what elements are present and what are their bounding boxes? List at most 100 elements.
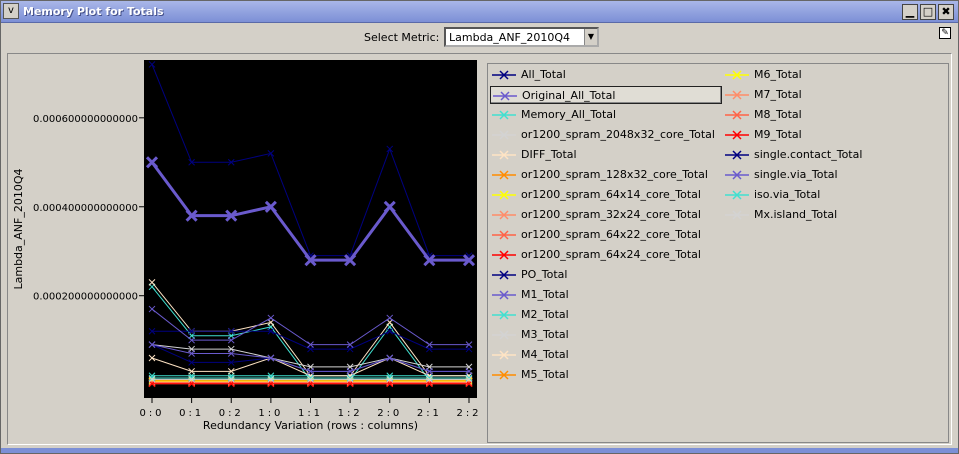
legend-label: or1200_spram_64x24_core_Total xyxy=(521,248,701,261)
x-tick-label: 1:0 xyxy=(258,408,283,419)
legend-swatch-icon xyxy=(492,330,516,340)
legend-label: single.via_Total xyxy=(754,168,838,181)
y-axis-label: Lambda_ANF_2010Q4 xyxy=(12,168,25,289)
close-button[interactable]: ✖ xyxy=(938,4,954,20)
legend-item[interactable]: PO_Total xyxy=(490,266,722,284)
window-menu-icon[interactable]: v xyxy=(3,3,19,19)
legend-swatch-icon xyxy=(492,110,516,120)
legend-label: Original_All_Total xyxy=(522,89,616,102)
x-tick-label: 0:1 xyxy=(179,408,204,419)
legend-item[interactable]: or1200_spram_2048x32_core_Total xyxy=(490,126,722,144)
legend-swatch-icon xyxy=(725,150,749,160)
legend-label: M7_Total xyxy=(754,88,802,101)
legend-item[interactable]: or1200_spram_32x24_core_Total xyxy=(490,206,722,224)
legend-item[interactable]: M2_Total xyxy=(490,306,722,324)
legend-label: single.contact_Total xyxy=(754,148,863,161)
legend-label: Memory_All_Total xyxy=(521,108,617,121)
legend-item[interactable]: M9_Total xyxy=(723,126,943,144)
y-tick-label: 0.000600000000000 xyxy=(33,114,138,125)
legend-label: M8_Total xyxy=(754,108,802,121)
y-tick-label: 0.000400000000000 xyxy=(33,203,138,214)
legend-label: DIFF_Total xyxy=(521,148,577,161)
legend-item[interactable]: M5_Total xyxy=(490,366,722,384)
legend-swatch-icon xyxy=(725,210,749,220)
window-title: Memory Plot for Totals xyxy=(23,5,164,18)
x-tick-label: 2:1 xyxy=(417,408,442,419)
legend-label: or1200_spram_32x24_core_Total xyxy=(521,208,701,221)
legend-swatch-icon xyxy=(725,190,749,200)
legend-swatch-icon xyxy=(492,290,516,300)
legend-swatch-icon xyxy=(725,130,749,140)
legend-item[interactable]: M1_Total xyxy=(490,286,722,304)
x-tick-label: 1:1 xyxy=(298,408,323,419)
legend-swatch-icon xyxy=(492,310,516,320)
legend-swatch-icon xyxy=(725,170,749,180)
legend-item[interactable]: Original_All_Total xyxy=(490,86,722,104)
legend-label: M1_Total xyxy=(521,288,569,301)
maximize-button[interactable]: □ xyxy=(920,4,936,20)
legend-label: iso.via_Total xyxy=(754,188,821,201)
legend-item[interactable]: iso.via_Total xyxy=(723,186,943,204)
legend-swatch-icon xyxy=(493,91,517,101)
legend-swatch-icon xyxy=(492,190,516,200)
x-tick-label: 0:2 xyxy=(219,408,244,419)
x-axis-label: Redundancy Variation (rows : columns) xyxy=(203,419,418,432)
legend-label: Mx.island_Total xyxy=(754,208,838,221)
legend-item[interactable]: All_Total xyxy=(490,66,722,84)
legend-swatch-icon xyxy=(492,210,516,220)
legend-swatch-icon xyxy=(492,250,516,260)
legend-swatch-icon xyxy=(492,230,516,240)
legend-label: M3_Total xyxy=(521,328,569,341)
legend-item[interactable]: Mx.island_Total xyxy=(723,206,943,224)
legend-swatch-icon xyxy=(492,370,516,380)
legend-swatch-icon xyxy=(492,70,516,80)
legend-swatch-icon xyxy=(725,110,749,120)
legend-swatch-icon xyxy=(492,150,516,160)
legend-item[interactable]: or1200_spram_64x24_core_Total xyxy=(490,246,722,264)
legend-item[interactable]: or1200_spram_64x22_core_Total xyxy=(490,226,722,244)
plot-window: v Memory Plot for Totals ▁ □ ✖ Select Me… xyxy=(0,0,959,454)
metric-dropdown[interactable]: Lambda_ANF_2010Q4 ▼ xyxy=(444,27,599,47)
legend-swatch-icon xyxy=(492,170,516,180)
legend-item[interactable]: M6_Total xyxy=(723,66,943,84)
x-tick-label: 2:2 xyxy=(456,408,481,419)
legend-label: or1200_spram_64x14_core_Total xyxy=(521,188,701,201)
minimize-button[interactable]: ▁ xyxy=(902,4,918,20)
window-bottom-border xyxy=(1,448,958,453)
legend-label: All_Total xyxy=(521,68,566,81)
legend-swatch-icon xyxy=(492,350,516,360)
legend-swatch-icon xyxy=(725,70,749,80)
legend-item[interactable]: DIFF_Total xyxy=(490,146,722,164)
x-tick-label: 1:2 xyxy=(338,408,363,419)
edit-icon[interactable]: ✎ xyxy=(939,27,951,39)
y-tick-label: 0.000200000000000 xyxy=(33,292,138,303)
legend-label: or1200_spram_64x22_core_Total xyxy=(521,228,701,241)
legend-item[interactable]: Memory_All_Total xyxy=(490,106,722,124)
x-tick-label: 2:0 xyxy=(377,408,402,419)
legend-label: M4_Total xyxy=(521,348,569,361)
legend-label: M5_Total xyxy=(521,368,569,381)
chart-area: 0.000200000000000 0.000400000000000 0.0006… xyxy=(8,54,486,446)
metric-selected-value: Lambda_ANF_2010Q4 xyxy=(449,31,571,44)
legend: All_Total Original_All_Total Memory_All_To… xyxy=(487,63,949,443)
legend-item[interactable]: single.contact_Total xyxy=(723,146,943,164)
legend-swatch-icon xyxy=(492,270,516,280)
legend-swatch-icon xyxy=(725,90,749,100)
legend-item[interactable]: or1200_spram_128x32_core_Total xyxy=(490,166,722,184)
metric-selector-row: Select Metric: Lambda_ANF_2010Q4 ▼ xyxy=(1,27,958,49)
chart-svg: 0.000200000000000 0.000400000000000 0.0006… xyxy=(12,60,481,432)
legend-item[interactable]: single.via_Total xyxy=(723,166,943,184)
legend-item[interactable]: M7_Total xyxy=(723,86,943,104)
legend-label: or1200_spram_128x32_core_Total xyxy=(521,168,708,181)
legend-item[interactable]: M4_Total xyxy=(490,346,722,364)
legend-item[interactable]: M8_Total xyxy=(723,106,943,124)
x-tick-label: 0:0 xyxy=(139,408,164,419)
legend-label: or1200_spram_2048x32_core_Total xyxy=(521,128,715,141)
title-bar[interactable]: v Memory Plot for Totals ▁ □ ✖ xyxy=(1,1,958,23)
legend-label: M6_Total xyxy=(754,68,802,81)
dropdown-arrow-icon[interactable]: ▼ xyxy=(584,29,597,45)
legend-item[interactable]: or1200_spram_64x14_core_Total xyxy=(490,186,722,204)
legend-item[interactable]: M3_Total xyxy=(490,326,722,344)
metric-label: Select Metric: xyxy=(364,31,440,44)
legend-label: M9_Total xyxy=(754,128,802,141)
